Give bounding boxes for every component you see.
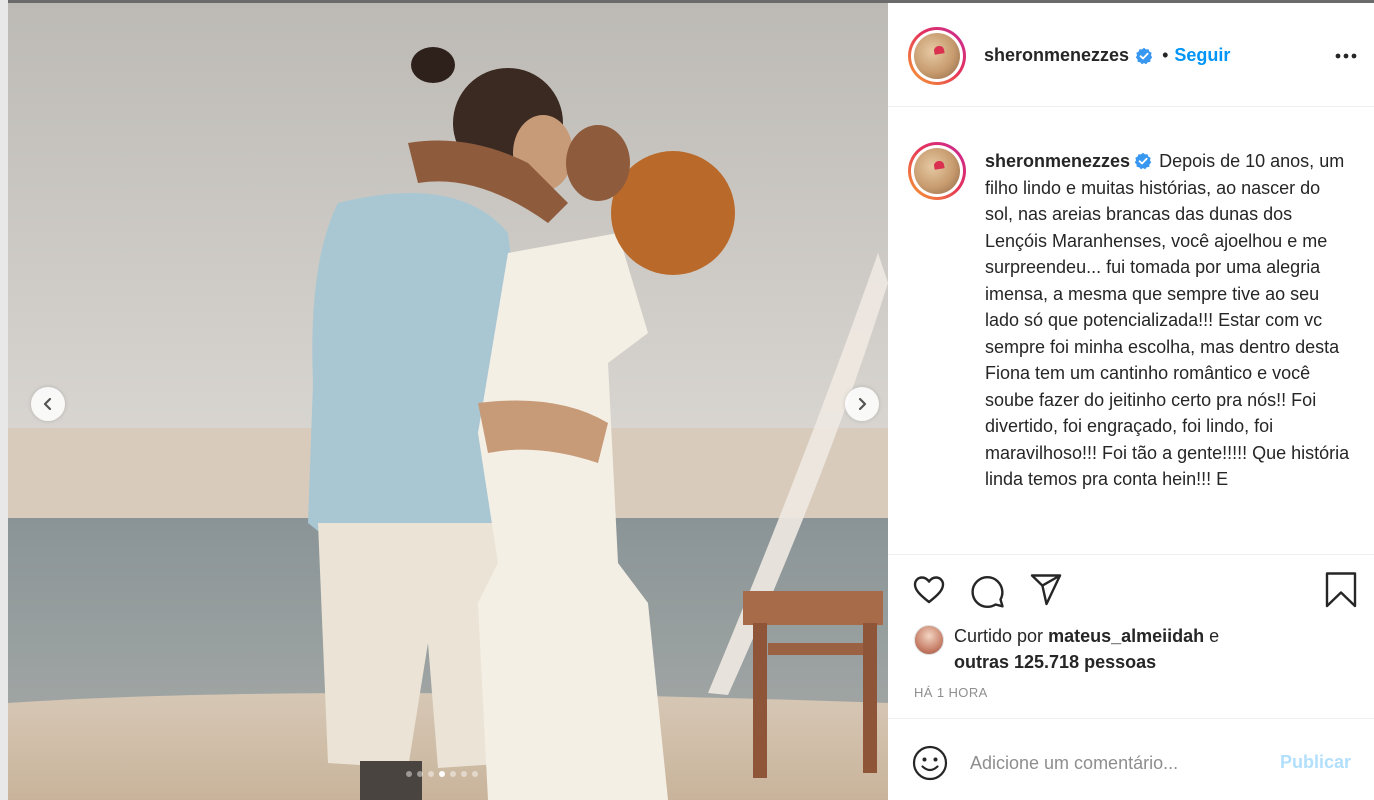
emoji-icon[interactable] bbox=[912, 745, 948, 781]
post-caption: sheronmenezzes Depois de 10 anos, um fil… bbox=[985, 148, 1350, 493]
slide-dot bbox=[428, 771, 434, 777]
slide-dot bbox=[472, 771, 478, 777]
next-slide-button[interactable] bbox=[845, 387, 879, 421]
share-icon[interactable] bbox=[1027, 571, 1065, 609]
add-comment-bar: Publicar bbox=[888, 718, 1374, 800]
post-timestamp[interactable]: HÁ 1 HORA bbox=[914, 685, 988, 700]
likes-prefix: Curtido por bbox=[954, 626, 1044, 646]
slide-dot bbox=[417, 771, 423, 777]
post-header: sheronmenezzes • Seguir bbox=[888, 3, 1374, 107]
caption-author-avatar[interactable] bbox=[908, 142, 966, 200]
bookmark-icon[interactable] bbox=[1322, 571, 1360, 609]
slide-dot bbox=[406, 771, 412, 777]
more-options-icon[interactable] bbox=[1332, 49, 1360, 63]
comment-input[interactable] bbox=[970, 749, 1270, 777]
caption-text: Depois de 10 anos, um filho lindo e muit… bbox=[985, 151, 1350, 489]
comment-icon[interactable] bbox=[969, 571, 1007, 609]
chevron-right-icon bbox=[858, 397, 867, 411]
verified-badge-icon bbox=[1135, 47, 1153, 64]
liker-username[interactable]: mateus_almeiidah bbox=[1048, 626, 1204, 646]
liker-avatar[interactable] bbox=[914, 625, 944, 655]
publish-button[interactable]: Publicar bbox=[1280, 752, 1351, 773]
slide-dot bbox=[439, 771, 445, 777]
post-photo bbox=[8, 3, 888, 800]
chevron-left-icon bbox=[43, 397, 52, 411]
follow-separator: • bbox=[1162, 45, 1169, 65]
window-left-border bbox=[0, 0, 8, 800]
previous-slide-button[interactable] bbox=[31, 387, 65, 421]
heart-icon[interactable] bbox=[910, 571, 948, 609]
author-avatar[interactable] bbox=[908, 27, 966, 85]
author-info: sheronmenezzes • Seguir bbox=[984, 45, 1230, 66]
instagram-post-modal: sheronmenezzes • Seguir sheronmenezzes D… bbox=[0, 0, 1374, 800]
post-actions bbox=[888, 555, 1374, 625]
caption-username[interactable]: sheronmenezzes bbox=[985, 151, 1130, 171]
post-media[interactable] bbox=[8, 3, 888, 800]
slide-dot bbox=[450, 771, 456, 777]
follow-button[interactable]: Seguir bbox=[1174, 45, 1230, 66]
likes-summary: Curtido por mateus_almeiidah e outras 12… bbox=[914, 623, 1354, 675]
author-username[interactable]: sheronmenezzes bbox=[984, 45, 1129, 66]
comments-section[interactable]: sheronmenezzes Depois de 10 anos, um fil… bbox=[888, 108, 1374, 555]
likes-count-link[interactable]: outras 125.718 pessoas bbox=[954, 652, 1156, 672]
verified-badge-icon bbox=[1134, 152, 1152, 170]
slide-indicator bbox=[406, 771, 478, 777]
likes-conjunction: e bbox=[1209, 626, 1220, 646]
slide-dot bbox=[461, 771, 467, 777]
post-sidebar: sheronmenezzes • Seguir sheronmenezzes D… bbox=[888, 3, 1374, 800]
